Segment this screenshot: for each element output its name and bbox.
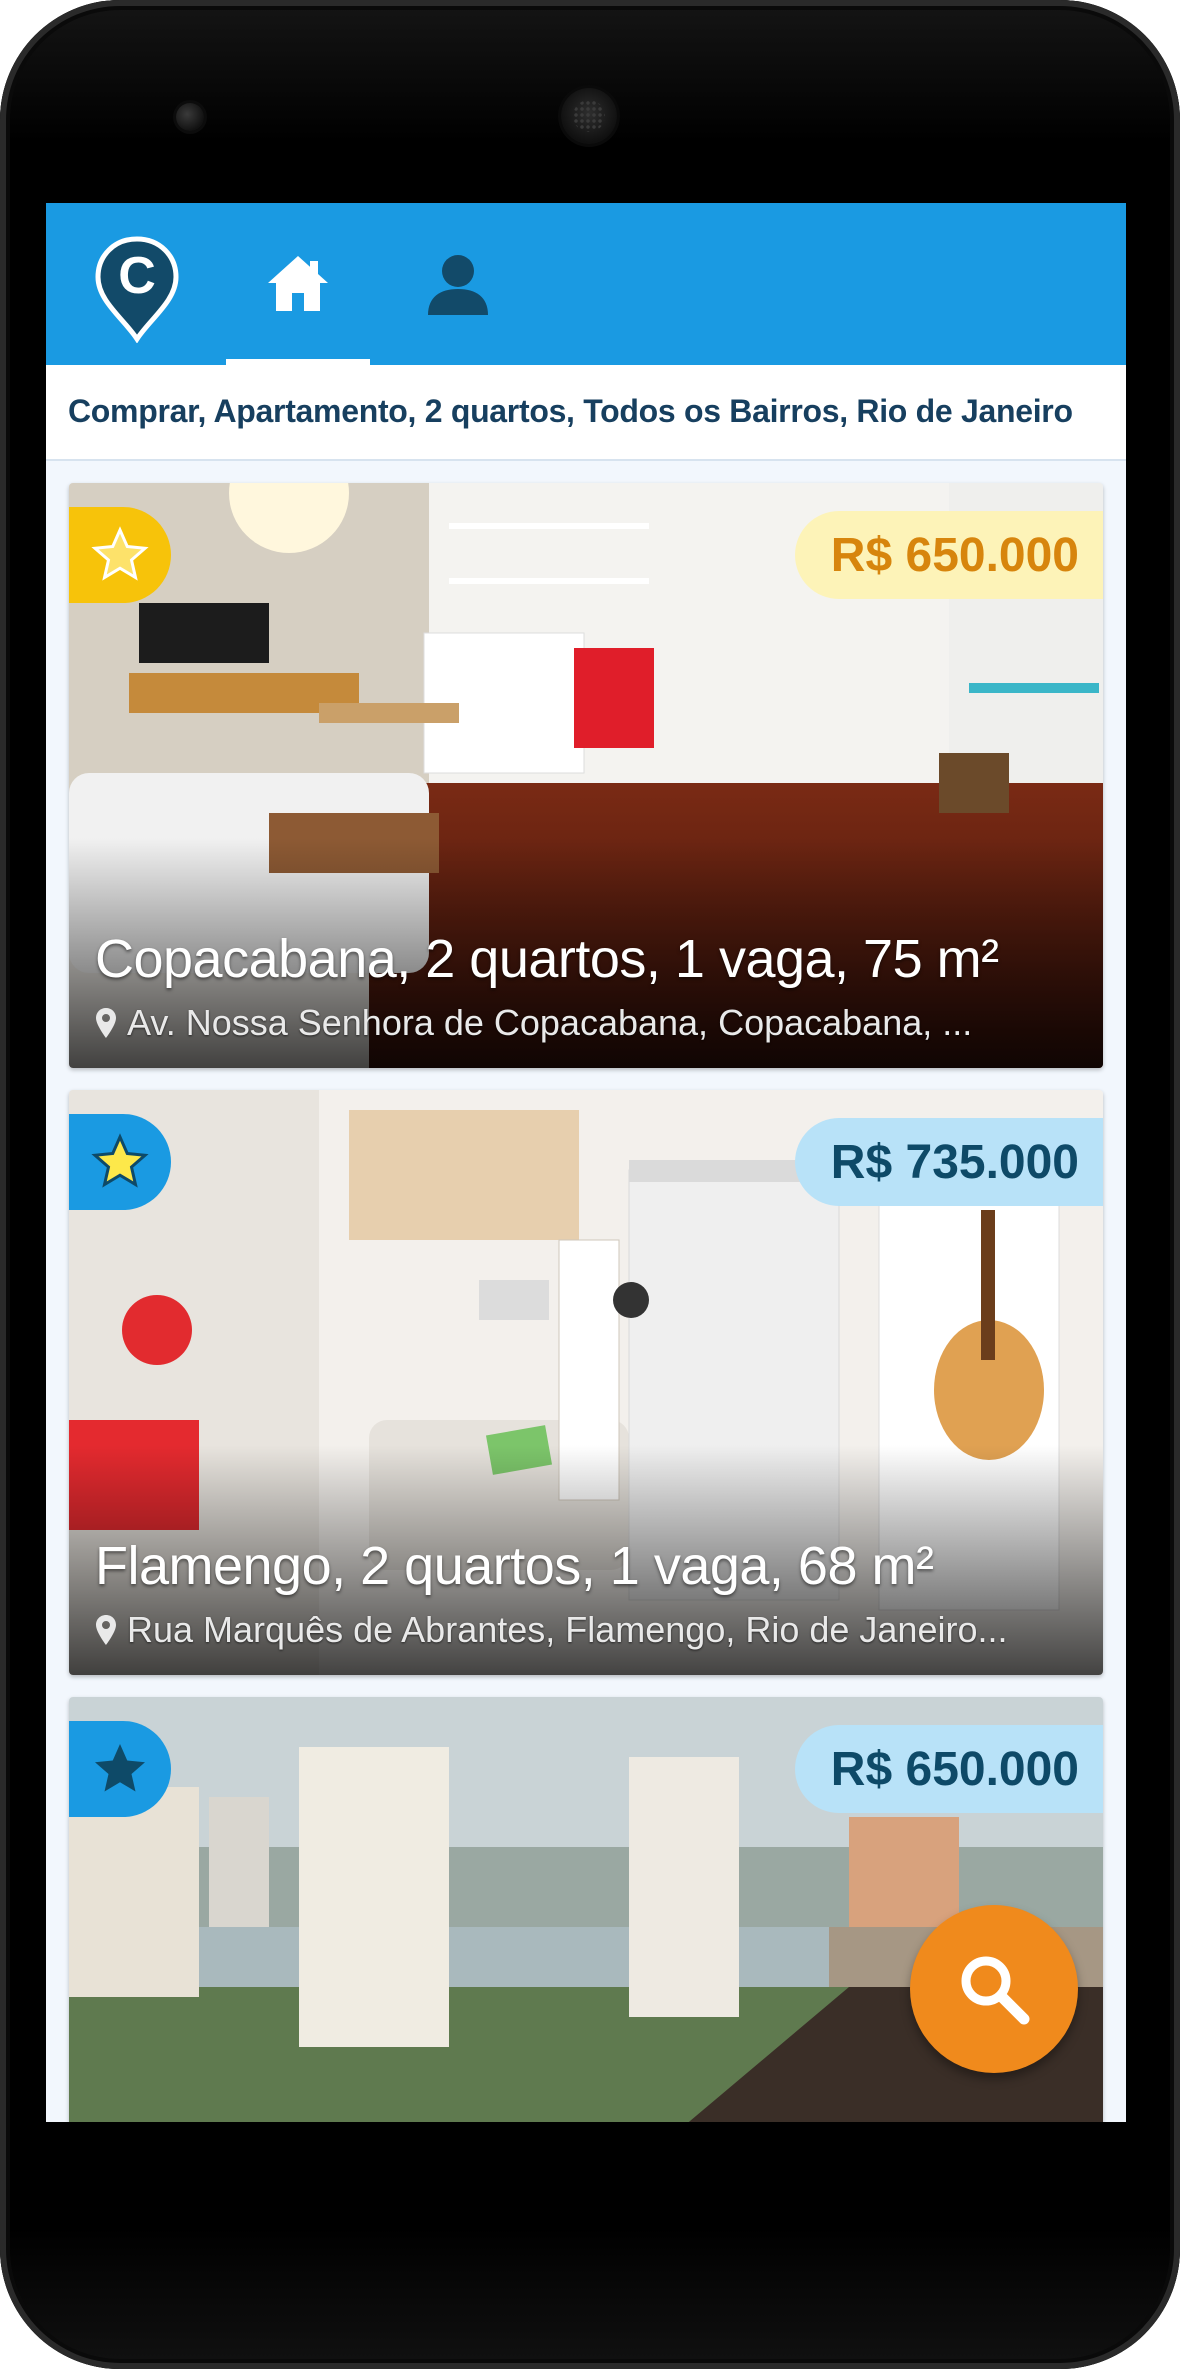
price-badge: R$ 735.000 (794, 1118, 1103, 1206)
favorite-toggle[interactable] (69, 507, 171, 603)
listing-card[interactable]: R$ 650.000 Copacabana, 2 quartos, 1 vaga… (69, 483, 1103, 1068)
location-pin-icon (96, 1008, 116, 1038)
listing-address-text: Rua Marquês de Abrantes, Flamengo, Rio d… (127, 1609, 1008, 1650)
listing-address: Rua Marquês de Abrantes, Flamengo, Rio d… (95, 1609, 1008, 1651)
listing-title: Copacabana, 2 quartos, 1 vaga, 75 m² (95, 929, 999, 989)
listing-address: Av. Nossa Senhora de Copacabana, Copacab… (95, 1002, 972, 1044)
filter-summary-bar[interactable]: Comprar, Apartamento, 2 quartos, Todos o… (46, 365, 1126, 461)
person-icon (428, 255, 488, 315)
home-icon (268, 256, 328, 311)
search-icon (961, 1956, 1030, 2025)
app-logo[interactable]: C (94, 235, 180, 344)
price-badge: R$ 650.000 (794, 511, 1103, 599)
app-bar: C (46, 203, 1126, 365)
search-fab[interactable] (910, 1905, 1078, 2073)
logo-letter: C (118, 247, 156, 305)
filter-summary-text: Comprar, Apartamento, 2 quartos, Todos o… (68, 393, 1073, 429)
listing-address-text: Av. Nossa Senhora de Copacabana, Copacab… (127, 1002, 973, 1043)
app-screen: C Comprar, Apartamento, 2 quartos, Todos… (46, 203, 1126, 2122)
star-icon (95, 1744, 145, 1792)
front-camera (176, 103, 204, 131)
listing-card[interactable]: R$ 735.000 Flamengo, 2 quartos, 1 vaga, … (69, 1090, 1103, 1675)
price-badge: R$ 650.000 (794, 1725, 1103, 1813)
phone-frame: C Comprar, Apartamento, 2 quartos, Todos… (0, 0, 1180, 2369)
tab-profile[interactable] (396, 203, 516, 365)
star-icon (91, 526, 149, 581)
favorite-toggle[interactable] (69, 1114, 171, 1210)
location-pin-icon (96, 1615, 116, 1645)
tab-home[interactable] (226, 203, 370, 365)
listing-title: Flamengo, 2 quartos, 1 vaga, 68 m² (95, 1536, 934, 1596)
star-icon (91, 1133, 149, 1188)
earpiece-speaker (561, 88, 617, 144)
favorite-toggle[interactable] (69, 1721, 171, 1817)
